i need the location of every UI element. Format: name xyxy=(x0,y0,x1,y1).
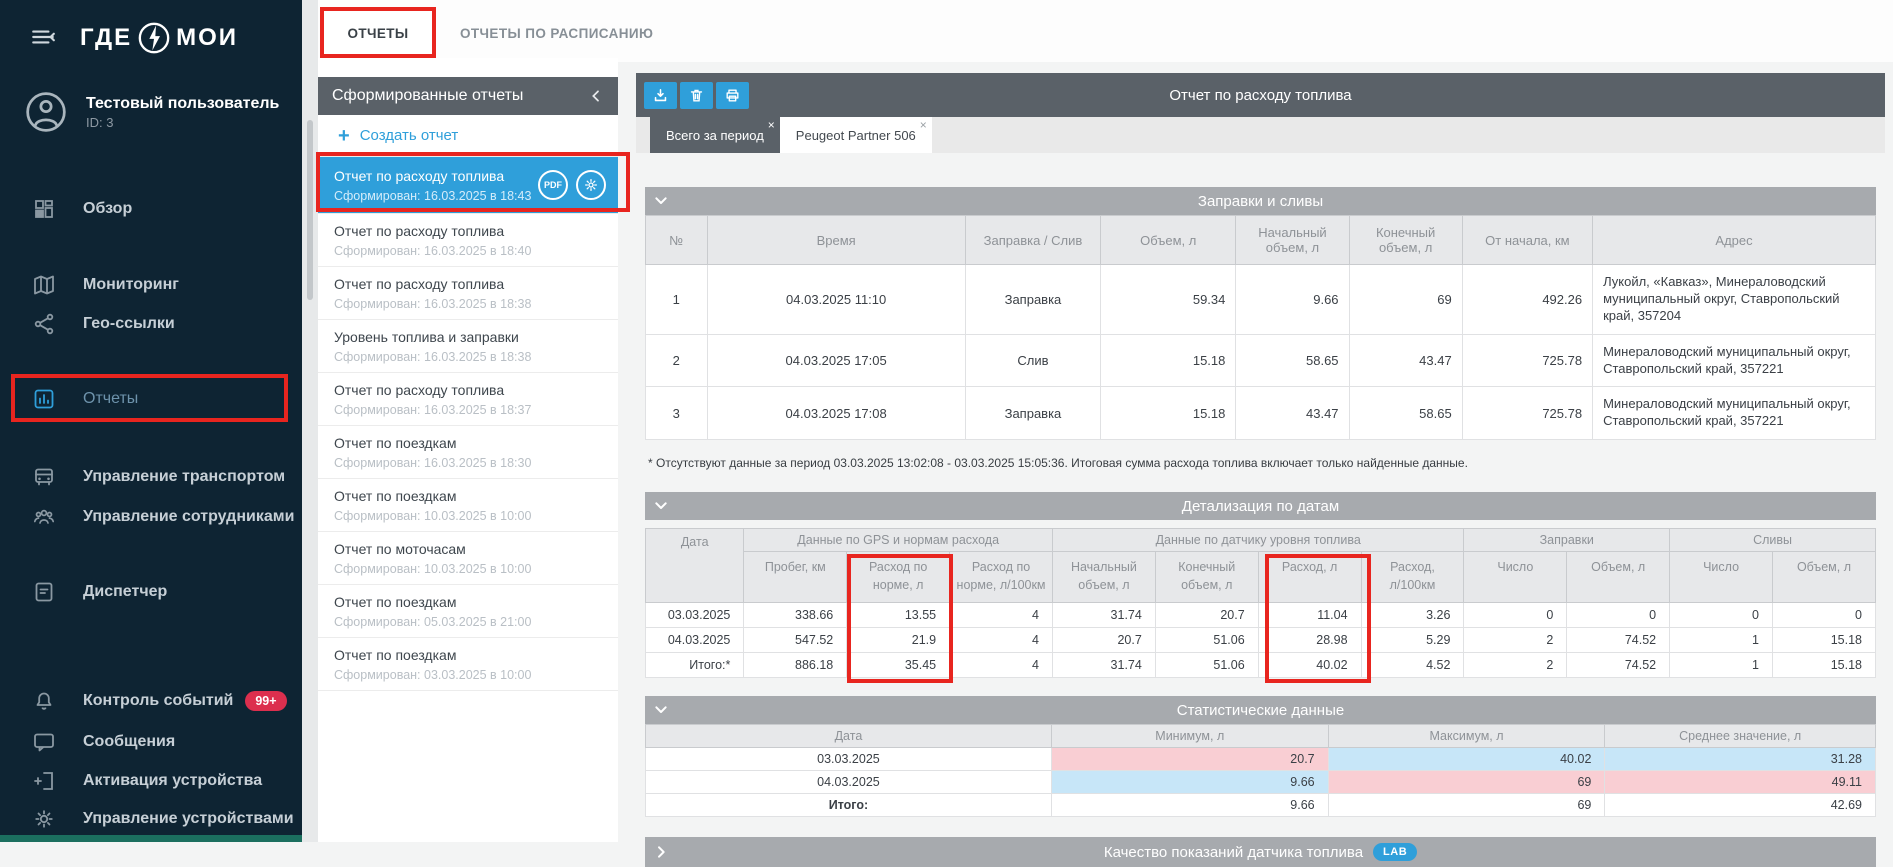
report-list-item[interactable]: Отчет по расходу топлива Сформирован: 16… xyxy=(318,267,618,320)
table-row: 2 04.03.2025 17:05 Слив 15.18 58.65 43.4… xyxy=(646,334,1876,387)
bell-icon xyxy=(32,689,56,713)
panel-scrollbar[interactable] xyxy=(302,0,318,842)
close-icon[interactable]: × xyxy=(920,119,927,131)
bar-chart-icon xyxy=(32,387,56,411)
user-block[interactable]: Тестовый пользователь ID: 3 xyxy=(24,90,279,134)
user-id: ID: 3 xyxy=(86,115,279,130)
generated-reports-panel: Сформированные отчеты + Создать отчет От… xyxy=(318,58,618,842)
table-row-total: Итого:* 886.18 35.45 4 31.74 51.06 40.02… xyxy=(646,653,1876,678)
report-tabs: Всего за период × Peugeot Partner 506 × xyxy=(636,117,1885,153)
panel-scrollbar-thumb[interactable] xyxy=(307,120,313,300)
report-list-item[interactable]: Отчет по расходу топлива Сформирован: 16… xyxy=(318,214,618,267)
report-title: Отчет по расходу топлива xyxy=(636,87,1885,104)
sidebar-item-devices[interactable]: Управление устройствами xyxy=(0,800,302,838)
user-name: Тестовый пользователь xyxy=(86,94,279,115)
report-main-area: Отчет по расходу топлива Всего за период… xyxy=(636,0,1885,867)
table-row: 03.03.2025 338.66 13.55 4 31.74 20.7 11.… xyxy=(646,603,1876,628)
device-activation-icon xyxy=(32,769,56,793)
table-row: 04.03.2025 547.52 21.9 4 20.7 51.06 28.9… xyxy=(646,628,1876,653)
chevron-down-icon[interactable] xyxy=(653,702,669,718)
section-details-header[interactable]: Детализация по датам xyxy=(645,492,1876,520)
document-icon xyxy=(32,580,56,604)
report-list-item-selected[interactable]: Отчет по расходу топлива Сформирован: 16… xyxy=(318,157,618,214)
top-tabs: ОТЧЕТЫ ОТЧЕТЫ ПО РАСПИСАНИЮ xyxy=(322,8,679,58)
logo-text-right: МОИ xyxy=(176,24,238,52)
sidebar-item-reports[interactable]: Отчеты xyxy=(0,378,302,420)
report-list-item[interactable]: Отчет по моточасам Сформирован: 10.03.20… xyxy=(318,532,618,585)
table-row: 04.03.2025 9.66 69 49.11 xyxy=(646,771,1876,794)
panel-header: Сформированные отчеты xyxy=(318,77,618,115)
sidebar-item-transport[interactable]: Управление транспортом xyxy=(0,458,302,496)
sidebar-item-dispatcher[interactable]: Диспетчер xyxy=(0,573,302,611)
report-list-item[interactable]: Отчет по расходу топлива Сформирован: 16… xyxy=(318,373,618,426)
stats-header-row: Дата Минимум, л Максимум, л Среднее знач… xyxy=(646,725,1876,748)
sidebar-item-employees[interactable]: Управление сотрудниками xyxy=(0,498,302,536)
table-row: 3 04.03.2025 17:08 Заправка 15.18 43.47 … xyxy=(646,387,1876,440)
gear-icon xyxy=(32,807,56,831)
report-list-item[interactable]: Уровень топлива и заправки Сформирован: … xyxy=(318,320,618,373)
stats-table: Дата Минимум, л Максимум, л Среднее знач… xyxy=(645,724,1876,817)
create-report-button[interactable]: + Создать отчет xyxy=(318,115,618,157)
sidebar-item-monitoring[interactable]: Мониторинг xyxy=(0,266,302,304)
details-group-header-row: Дата Данные по GPS и нормам расхода Данн… xyxy=(646,529,1876,552)
chevron-down-icon[interactable] xyxy=(653,498,669,514)
employees-icon xyxy=(32,505,56,529)
refuels-header-row: № Время Заправка / Слив Объем, л Начальн… xyxy=(646,216,1876,265)
table-row-total: Итого: 9.66 69 42.69 xyxy=(646,794,1876,817)
events-count-badge: 99+ xyxy=(245,691,286,711)
missing-data-note: * Отсутствуют данные за период 03.03.202… xyxy=(648,456,1885,470)
close-icon[interactable]: × xyxy=(768,119,775,131)
table-row: 1 04.03.2025 11:10 Заправка 59.34 9.66 6… xyxy=(646,265,1876,335)
plus-icon: + xyxy=(338,126,350,146)
chat-icon xyxy=(32,730,56,754)
pdf-button[interactable]: PDF xyxy=(538,170,568,200)
grid-icon xyxy=(32,197,56,221)
compass-logo-icon xyxy=(134,18,174,58)
chevron-right-icon[interactable] xyxy=(653,844,669,860)
sidebar-item-messages[interactable]: Сообщения xyxy=(0,723,302,761)
sidebar-item-overview[interactable]: Обзор xyxy=(0,190,302,228)
sidebar-item-activation[interactable]: Активация устройства xyxy=(0,762,302,800)
tab-whole-period[interactable]: Всего за период × xyxy=(650,117,780,153)
tab-reports[interactable]: ОТЧЕТЫ xyxy=(322,8,434,58)
panel-title: Сформированные отчеты xyxy=(332,87,523,105)
vehicle-icon xyxy=(32,465,56,489)
sidebar-item-geolinks[interactable]: Гео-ссылки xyxy=(0,305,302,343)
lab-badge: LAB xyxy=(1373,843,1417,861)
table-row: 03.03.2025 20.7 40.02 31.28 xyxy=(646,748,1876,771)
logo-text-left: ГДЕ xyxy=(80,24,132,52)
details-table-wrapper: Дата Данные по GPS и нормам расхода Данн… xyxy=(636,528,1885,678)
details-subheader-row: Пробег, км Расход по норме, л Расход по … xyxy=(646,552,1876,603)
report-toolbar: Отчет по расходу топлива xyxy=(636,73,1885,117)
tab-vehicle[interactable]: Peugeot Partner 506 × xyxy=(780,117,932,153)
map-icon xyxy=(32,273,56,297)
share-icon xyxy=(32,312,56,336)
sidebar: ГДЕ МОИ Тестовый пользователь ID: 3 Обзо… xyxy=(0,0,302,842)
refuels-table: № Время Заправка / Слив Объем, л Начальн… xyxy=(645,215,1876,440)
report-list-item[interactable]: Отчет по поездкам Сформирован: 10.03.202… xyxy=(318,479,618,532)
section-stats-header[interactable]: Статистические данные xyxy=(645,696,1876,724)
report-list-item[interactable]: Отчет по поездкам Сформирован: 05.03.202… xyxy=(318,585,618,638)
report-settings-button[interactable] xyxy=(576,170,606,200)
sidebar-item-events[interactable]: Контроль событий 99+ xyxy=(0,682,302,720)
chevron-down-icon[interactable] xyxy=(653,193,669,209)
avatar-icon xyxy=(24,90,68,134)
section-refuels-header[interactable]: Заправки и сливы xyxy=(645,187,1876,215)
app-logo: ГДЕ МОИ xyxy=(80,18,238,58)
report-list-item[interactable]: Отчет по поездкам Сформирован: 16.03.202… xyxy=(318,426,618,479)
details-table: Дата Данные по GPS и нормам расхода Данн… xyxy=(645,528,1876,678)
chevron-left-icon[interactable] xyxy=(588,88,604,104)
sidebar-collapse-icon[interactable] xyxy=(30,24,56,50)
report-list-item[interactable]: Отчет по поездкам Сформирован: 03.03.202… xyxy=(318,638,618,691)
sidebar-bottom-strip xyxy=(0,835,302,842)
